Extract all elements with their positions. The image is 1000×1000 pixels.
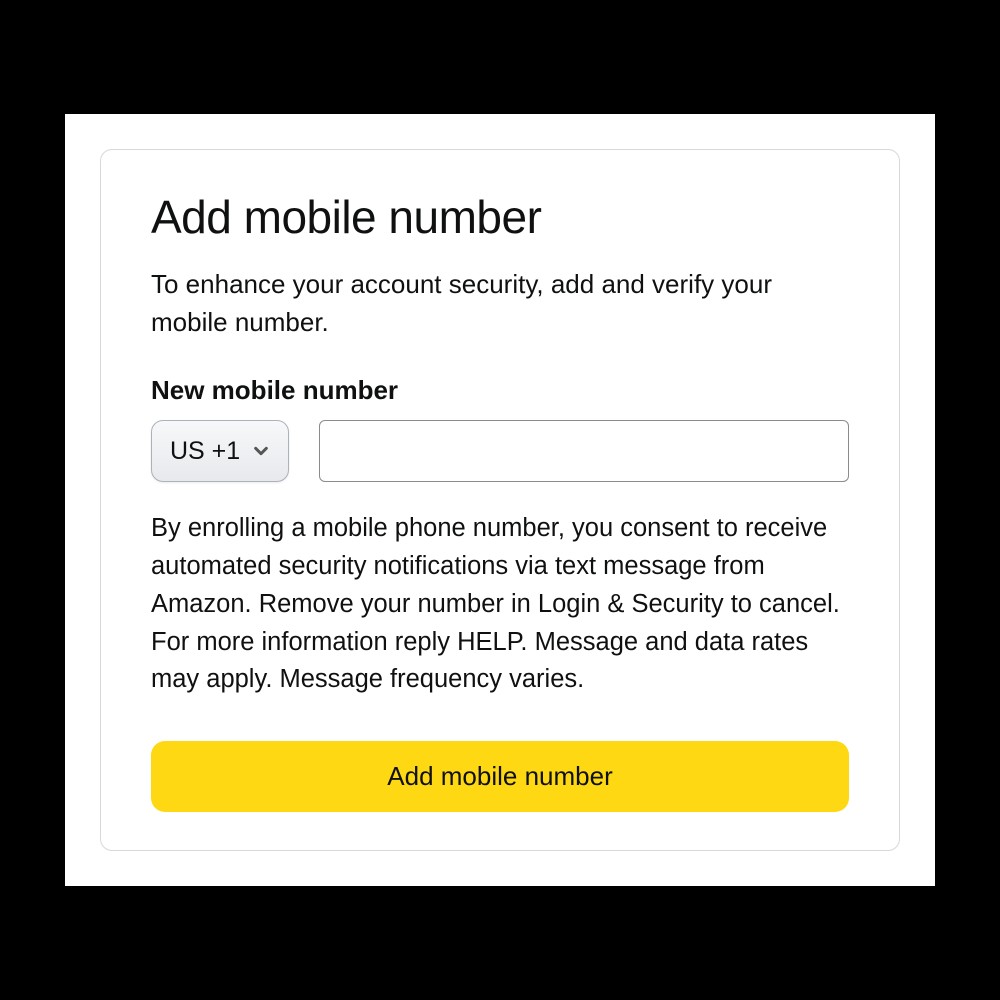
- country-code-select[interactable]: US +1: [151, 420, 289, 482]
- mobile-number-label: New mobile number: [151, 375, 849, 406]
- country-code-value: US +1: [170, 437, 240, 466]
- add-mobile-number-button[interactable]: Add mobile number: [151, 741, 849, 812]
- chevron-down-icon: [252, 442, 270, 460]
- mobile-number-input[interactable]: [319, 420, 849, 482]
- consent-text: By enrolling a mobile phone number, you …: [151, 510, 849, 699]
- card: Add mobile number To enhance your accoun…: [100, 149, 900, 851]
- add-mobile-modal: Add mobile number To enhance your accoun…: [65, 114, 935, 886]
- phone-input-row: US +1: [151, 420, 849, 482]
- modal-description: To enhance your account security, add an…: [151, 266, 849, 341]
- modal-title: Add mobile number: [151, 190, 849, 244]
